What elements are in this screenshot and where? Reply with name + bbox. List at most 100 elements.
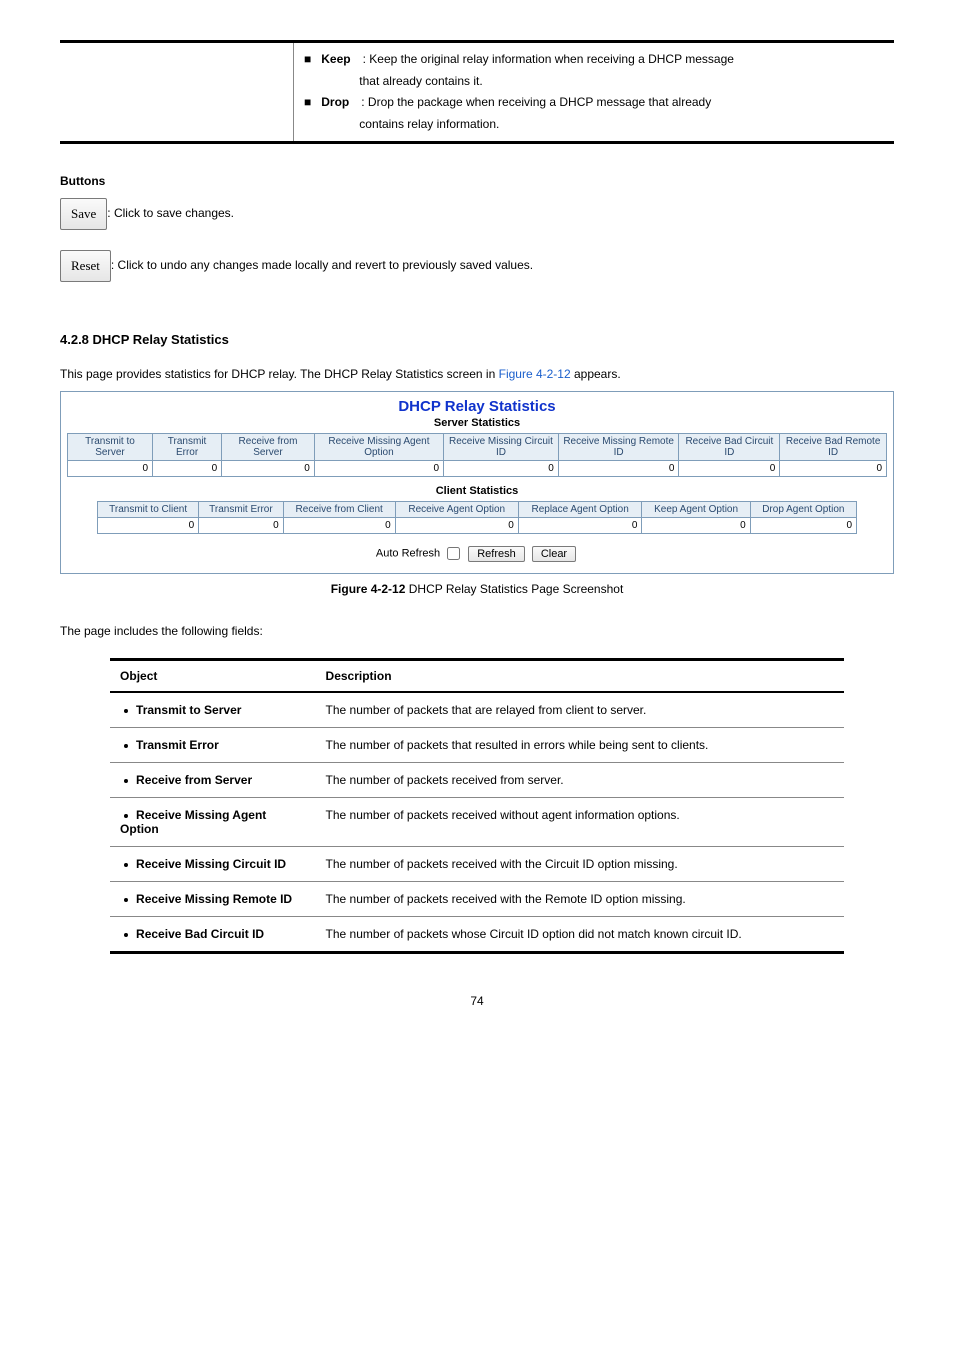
dhcp-relay-stats-panel: DHCP Relay Statistics Server Statistics … (60, 391, 894, 574)
field-desc: The number of packets received without a… (316, 798, 844, 847)
table-row: Receive Missing Circuit ID The number of… (110, 847, 844, 882)
stats-title: DHCP Relay Statistics (67, 398, 887, 415)
server-val-2: 0 (222, 461, 315, 477)
server-th-7: Receive Bad Remote ID (780, 434, 887, 461)
client-th-5: Keep Agent Option (642, 502, 750, 518)
field-desc: The number of packets received with the … (316, 847, 844, 882)
server-th-3: Receive Missing Agent Option (314, 434, 443, 461)
section-heading: 4.2.8 DHCP Relay Statistics (60, 332, 894, 347)
server-val-5: 0 (558, 461, 679, 477)
keep-desc-line2: that already contains it. (317, 71, 734, 93)
server-val-3: 0 (314, 461, 443, 477)
reset-button-desc: : Click to undo any changes made locally… (111, 259, 533, 273)
field-obj: Receive Bad Circuit ID (136, 927, 264, 941)
table-row: Receive Bad Circuit ID The number of pac… (110, 917, 844, 953)
bullet-icon (124, 863, 128, 867)
server-val-1: 0 (153, 461, 222, 477)
field-desc: The number of packets whose Circuit ID o… (316, 917, 844, 953)
client-val-4: 0 (518, 518, 642, 534)
square-bullet-icon: ■ (304, 92, 311, 114)
table-row: Receive Missing Remote ID The number of … (110, 882, 844, 917)
bullet-icon (124, 933, 128, 937)
page-number: 74 (60, 994, 894, 1008)
field-obj: Receive Missing Circuit ID (136, 857, 286, 871)
server-val-6: 0 (679, 461, 780, 477)
auto-refresh-label: Auto Refresh (376, 548, 440, 560)
reset-button[interactable]: Reset (60, 250, 111, 282)
server-val-4: 0 (444, 461, 559, 477)
square-bullet-icon: ■ (304, 49, 311, 71)
refresh-button[interactable]: Refresh (468, 546, 525, 562)
table-row: Receive Missing Agent Option The number … (110, 798, 844, 847)
clear-button[interactable]: Clear (532, 546, 576, 562)
auto-refresh-checkbox[interactable] (447, 547, 460, 560)
figure-caption-text: DHCP Relay Statistics Page Screenshot (405, 582, 623, 596)
server-th-0: Transmit to Server (68, 434, 153, 461)
client-th-2: Receive from Client (283, 502, 395, 518)
server-stats-subtitle: Server Statistics (67, 417, 887, 429)
client-val-2: 0 (283, 518, 395, 534)
field-obj: Transmit to Server (136, 703, 241, 717)
relay-info-policy-table: ■ Keep: Keep the original relay informat… (60, 40, 894, 144)
save-button-desc: : Click to save changes. (107, 207, 234, 221)
client-val-5: 0 (642, 518, 750, 534)
client-val-0: 0 (98, 518, 199, 534)
field-desc: The number of packets that resulted in e… (316, 728, 844, 763)
keep-desc-line1: : Keep the original relay information wh… (363, 52, 734, 66)
bullet-icon (124, 779, 128, 783)
controls-row: Auto Refresh Refresh Clear (67, 544, 887, 563)
field-desc: The number of packets received with the … (316, 882, 844, 917)
table-row: Transmit to Server The number of packets… (110, 692, 844, 728)
server-th-5: Receive Missing Remote ID (558, 434, 679, 461)
drop-desc-line1: : Drop the package when receiving a DHCP… (361, 95, 711, 109)
bullet-icon (124, 709, 128, 713)
figure-caption: Figure 4-2-12 DHCP Relay Statistics Page… (60, 582, 894, 596)
server-val-7: 0 (780, 461, 887, 477)
keep-label: Keep (317, 52, 362, 66)
field-obj: Receive from Server (136, 773, 252, 787)
server-th-2: Receive from Server (222, 434, 315, 461)
server-val-0: 0 (68, 461, 153, 477)
fields-header-description: Description (316, 660, 844, 693)
client-th-1: Transmit Error (199, 502, 283, 518)
drop-label: Drop (317, 95, 361, 109)
client-stats-table: Transmit to Client Transmit Error Receiv… (97, 501, 857, 534)
client-val-3: 0 (395, 518, 518, 534)
bullet-icon (124, 744, 128, 748)
drop-desc-line2: contains relay information. (317, 114, 711, 136)
fields-header-object: Object (110, 660, 315, 693)
policy-right-cell: ■ Keep: Keep the original relay informat… (294, 42, 894, 143)
figure-caption-num: Figure 4-2-12 (331, 582, 406, 596)
figure-link[interactable]: Figure 4-2-12 (499, 367, 571, 381)
client-val-6: 0 (750, 518, 856, 534)
buttons-heading: Buttons (60, 174, 894, 188)
intro-text: This page provides statistics for DHCP r… (60, 367, 894, 381)
server-th-6: Receive Bad Circuit ID (679, 434, 780, 461)
save-button[interactable]: Save (60, 198, 107, 230)
server-th-1: Transmit Error (153, 434, 222, 461)
field-obj: Receive Missing Agent Option (120, 808, 266, 836)
server-stats-table: Transmit to Server Transmit Error Receiv… (67, 433, 887, 477)
client-val-1: 0 (199, 518, 283, 534)
field-obj: Receive Missing Remote ID (136, 892, 292, 906)
fields-intro: The page includes the following fields: (60, 624, 894, 638)
intro-suffix: appears. (571, 367, 621, 381)
field-desc: The number of packets that are relayed f… (316, 692, 844, 728)
fields-table: Object Description Transmit to Server Th… (110, 658, 844, 954)
bullet-icon (124, 898, 128, 902)
intro-prefix: This page provides statistics for DHCP r… (60, 367, 499, 381)
server-th-4: Receive Missing Circuit ID (444, 434, 559, 461)
reset-button-line: Reset: Click to undo any changes made lo… (60, 250, 894, 282)
field-obj: Transmit Error (136, 738, 219, 752)
client-stats-subtitle: Client Statistics (67, 485, 887, 497)
client-th-0: Transmit to Client (98, 502, 199, 518)
field-desc: The number of packets received from serv… (316, 763, 844, 798)
table-row: Transmit Error The number of packets tha… (110, 728, 844, 763)
client-th-6: Drop Agent Option (750, 502, 856, 518)
client-th-4: Replace Agent Option (518, 502, 642, 518)
table-row: Receive from Server The number of packet… (110, 763, 844, 798)
bullet-icon (124, 814, 128, 818)
client-th-3: Receive Agent Option (395, 502, 518, 518)
policy-left-cell (60, 42, 294, 143)
save-button-line: Save: Click to save changes. (60, 198, 894, 230)
